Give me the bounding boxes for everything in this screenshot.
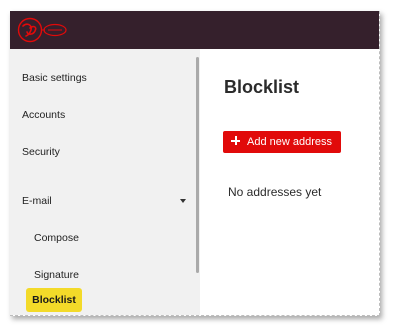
sidebar-item-email[interactable]: E-mail [22, 194, 52, 208]
top-bar [10, 11, 379, 49]
app-window: Basic settings Accounts Security E-mail … [10, 11, 380, 316]
plus-icon [231, 136, 240, 145]
sidebar-item-blocklist[interactable]: Blocklist [26, 288, 82, 312]
sidebar-item-security[interactable]: Security [22, 145, 60, 159]
sidebar-scrollbar[interactable] [196, 57, 199, 273]
page-title: Blocklist [224, 77, 300, 97]
sidebar-item-compose[interactable]: Compose [34, 231, 79, 245]
add-new-address-button[interactable]: Add new address [223, 131, 341, 153]
sidebar-item-basic-settings[interactable]: Basic settings [22, 71, 87, 85]
empty-state-message: No addresses yet [228, 185, 322, 199]
add-new-address-label: Add new address [247, 136, 332, 148]
sidebar-item-signature[interactable]: Signature [34, 268, 79, 282]
sidebar-item-accounts[interactable]: Accounts [22, 108, 65, 122]
virgin-media-logo[interactable] [16, 16, 68, 44]
chevron-down-icon[interactable] [180, 199, 186, 203]
main-content: Blocklist Add new address No addresses y… [200, 49, 379, 315]
sidebar-item-label: Blocklist [32, 294, 76, 306]
sidebar: Basic settings Accounts Security E-mail … [10, 49, 200, 315]
